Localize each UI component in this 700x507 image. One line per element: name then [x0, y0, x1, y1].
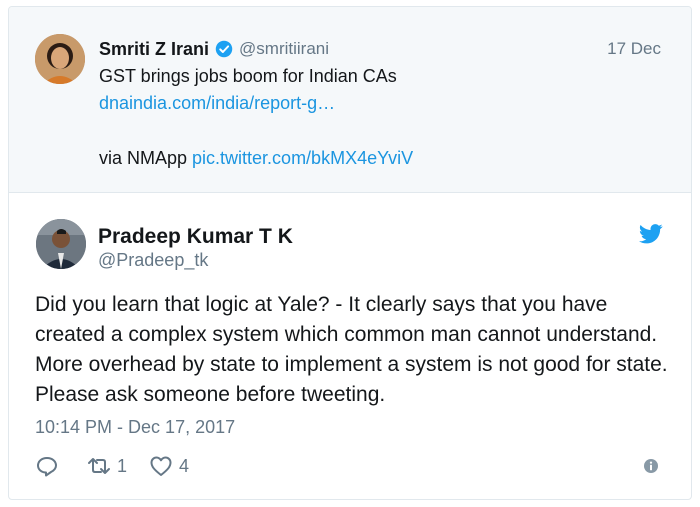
pic-link[interactable]: pic.twitter.com/bkMX4eYviV	[192, 148, 413, 168]
verified-badge-icon	[215, 40, 233, 58]
parent-author-name[interactable]: Smriti Z Irani	[99, 39, 209, 60]
parent-tweet-text: GST brings jobs boom for Indian CAs	[99, 66, 397, 86]
heart-icon	[150, 456, 172, 476]
parent-via-line: via NMApp pic.twitter.com/bkMX4eYviV	[99, 147, 413, 169]
reply-button[interactable]	[35, 455, 65, 477]
tweet-actions: 1 4	[35, 454, 211, 478]
like-count: 4	[179, 455, 190, 476]
reply-author-handle[interactable]: @Pradeep_tk	[98, 250, 208, 271]
twitter-bird-icon[interactable]	[639, 224, 663, 244]
reply-tweet-text: Did you learn that logic at Yale? - It c…	[35, 293, 668, 406]
tweet-embed-card: Smriti Z Irani @smritiirani 17 Dec GST b…	[8, 6, 692, 500]
via-label: via NMApp	[99, 148, 188, 168]
retweet-button[interactable]: 1	[87, 455, 127, 477]
parent-tweet[interactable]: Smriti Z Irani @smritiirani 17 Dec GST b…	[9, 7, 691, 193]
reply-author-name[interactable]: Pradeep Kumar T K	[98, 225, 293, 249]
like-button[interactable]: 4	[149, 455, 189, 477]
info-icon[interactable]	[643, 458, 659, 474]
parent-article-link[interactable]: dnaindia.com/india/report-g…	[99, 92, 335, 114]
retweet-icon	[88, 458, 110, 474]
reply-icon	[37, 457, 57, 477]
parent-author-avatar[interactable]	[35, 34, 85, 84]
retweet-count: 1	[117, 455, 128, 476]
reply-timestamp[interactable]: 10:14 PM - Dec 17, 2017	[35, 417, 235, 438]
parent-author-header: Smriti Z Irani @smritiirani	[99, 38, 329, 60]
reply-author-avatar[interactable]	[36, 219, 86, 269]
parent-tweet-date[interactable]: 17 Dec	[607, 39, 661, 59]
parent-author-handle[interactable]: @smritiirani	[239, 39, 329, 59]
